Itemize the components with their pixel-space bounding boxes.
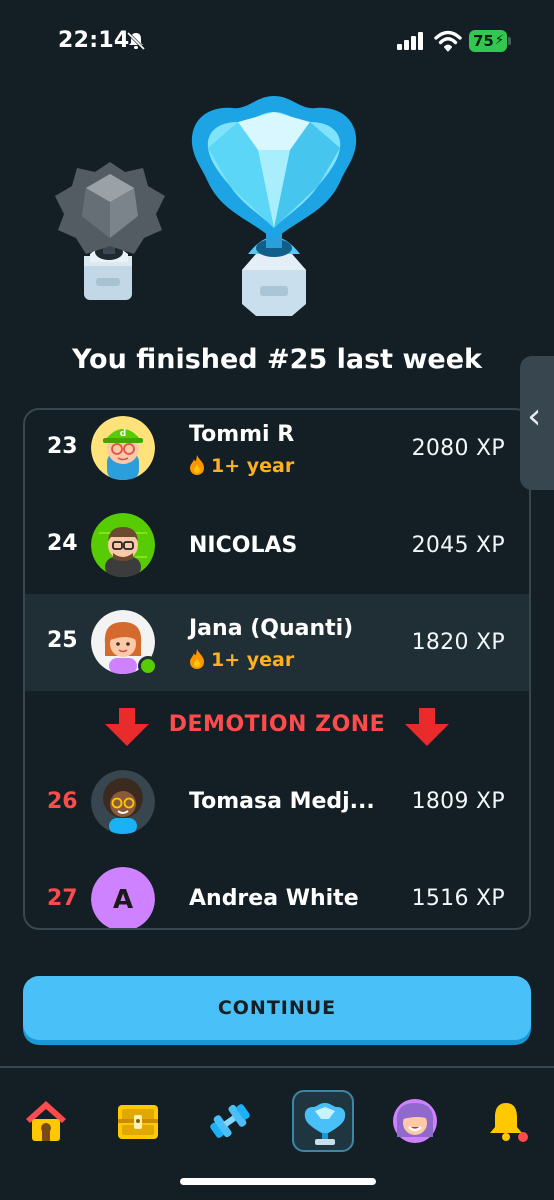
notification-bell-icon xyxy=(490,1103,528,1142)
battery-indicator: 75 ⚡ xyxy=(469,30,507,52)
profile-avatar-icon xyxy=(393,1099,437,1143)
treasure-chest-icon xyxy=(118,1105,158,1139)
streak-text: 1+ year xyxy=(211,455,295,477)
rank: 27 xyxy=(47,886,78,911)
cellular-signal-icon xyxy=(397,32,423,50)
streak-badge: 1+ year xyxy=(189,455,294,477)
user-name: NICOLAS xyxy=(189,533,298,558)
user-name: Tomasa Medj... xyxy=(189,789,375,814)
xp-value: 1820 XP xyxy=(411,630,505,655)
result-heading: You finished #25 last week xyxy=(71,344,483,375)
home-icon xyxy=(26,1101,66,1141)
flame-icon xyxy=(190,649,204,669)
wifi-icon xyxy=(434,30,462,52)
avatar-initial: A xyxy=(113,885,133,915)
user-name: Andrea White xyxy=(189,886,359,911)
notification-badge xyxy=(518,1132,528,1142)
status-time: 22:14 xyxy=(58,28,130,53)
battery-cap xyxy=(508,37,511,45)
flame-icon xyxy=(190,455,204,475)
obsidian-league-trophy-icon xyxy=(55,162,165,300)
xp-value: 2045 XP xyxy=(411,533,505,558)
avatar xyxy=(91,513,155,577)
demotion-zone-label: DEMOTION ZONE xyxy=(168,712,386,737)
avatar xyxy=(91,770,155,834)
avatar: A xyxy=(91,867,155,928)
xp-value: 2080 XP xyxy=(411,436,505,461)
leaderboard-row[interactable]: 23 d Tommi R 1+ year 2080 XP xyxy=(25,410,529,507)
tab-practice[interactable] xyxy=(199,1090,261,1152)
tab-leaderboards[interactable] xyxy=(292,1090,354,1152)
tab-learn[interactable] xyxy=(15,1090,77,1152)
streak-text: 1+ year xyxy=(211,649,295,671)
tab-quests[interactable] xyxy=(107,1090,169,1152)
rank: 25 xyxy=(47,628,78,653)
diamond-league-trophy-icon xyxy=(191,96,357,316)
leaderboard-row[interactable]: 24 NICOLAS 2045 XP xyxy=(25,507,529,604)
charging-bolt-icon: ⚡ xyxy=(494,33,504,48)
dumbbell-icon xyxy=(210,1104,250,1138)
continue-button[interactable]: CONTINUE xyxy=(23,976,531,1040)
arrow-down-icon xyxy=(405,708,449,746)
battery-level: 75 xyxy=(473,32,494,50)
streak-badge: 1+ year xyxy=(189,649,294,671)
rank: 23 xyxy=(47,434,78,459)
demotion-zone-divider: DEMOTION ZONE xyxy=(25,696,529,756)
leaderboard-row[interactable]: 26 Tomasa Medj... 1809 XP xyxy=(25,755,529,852)
user-name: Jana (Quanti) xyxy=(189,616,354,641)
leaderboard-trophy-icon xyxy=(304,1103,346,1145)
avatar: d xyxy=(91,416,155,480)
leaderboard-row-current-user[interactable]: 25 Jana (Quanti) 1+ year 1820 XP xyxy=(25,594,529,691)
leaderboard: 23 d Tommi R 1+ year 2080 XP 24 NICOLAS … xyxy=(23,408,531,930)
tab-notifications[interactable] xyxy=(477,1090,539,1152)
home-indicator[interactable] xyxy=(180,1178,376,1185)
tab-profile[interactable] xyxy=(384,1090,446,1152)
svg-text:d: d xyxy=(120,429,126,439)
bell-muted-icon xyxy=(126,31,146,51)
xp-value: 1809 XP xyxy=(411,789,505,814)
leaderboard-row[interactable]: 27 A Andrea White 1516 XP xyxy=(25,852,529,928)
online-status-dot xyxy=(138,656,158,676)
rank: 26 xyxy=(47,789,78,814)
rank: 24 xyxy=(47,531,78,556)
status-bar: 22:14 75 ⚡ xyxy=(0,0,554,84)
user-name: Tommi R xyxy=(189,422,295,447)
xp-value: 1516 XP xyxy=(411,886,505,911)
